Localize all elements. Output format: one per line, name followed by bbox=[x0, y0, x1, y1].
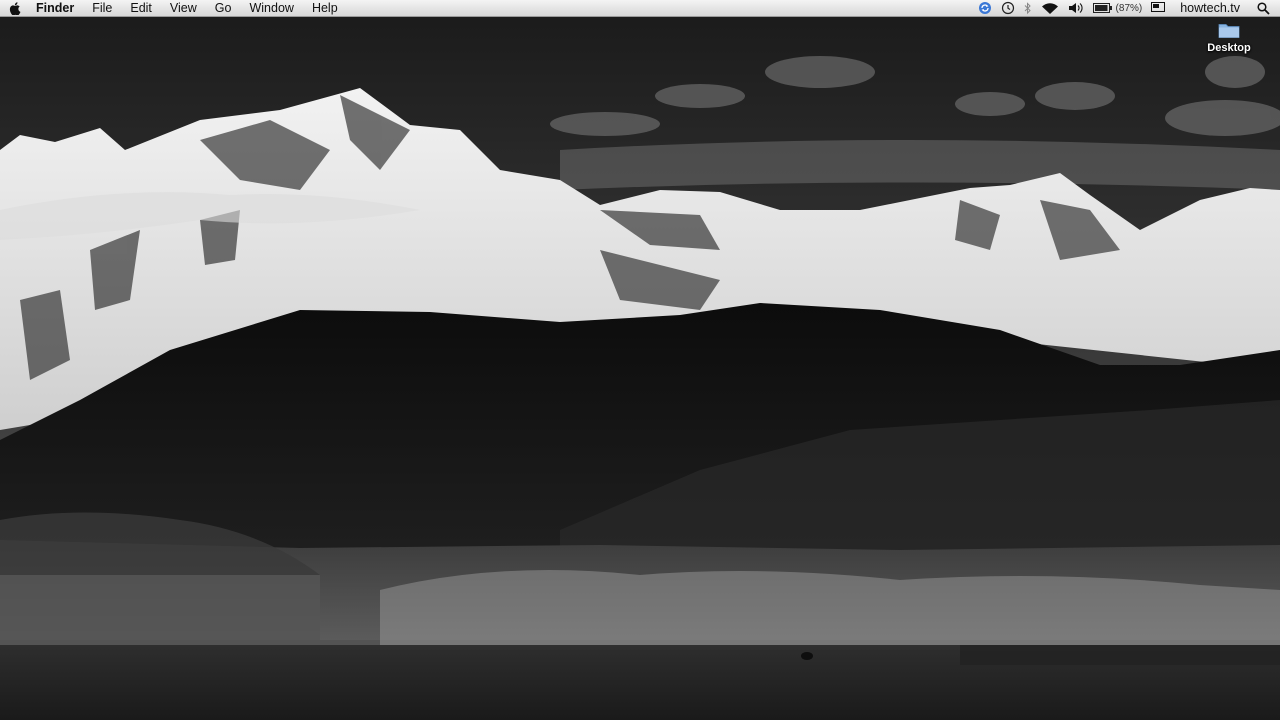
menu-window[interactable]: Window bbox=[240, 0, 302, 17]
apple-menu-icon[interactable] bbox=[0, 0, 30, 16]
user-account-menu[interactable]: howtech.tv bbox=[1180, 1, 1240, 15]
menu-bar: Finder File Edit View Go Window Help (87… bbox=[0, 0, 1280, 17]
menu-file[interactable]: File bbox=[83, 0, 121, 17]
spotlight-icon[interactable] bbox=[1257, 0, 1270, 16]
display-icon[interactable] bbox=[1151, 0, 1166, 16]
battery-icon[interactable]: (87%) bbox=[1092, 0, 1143, 16]
menu-finder[interactable]: Finder bbox=[30, 0, 83, 17]
bluetooth-icon[interactable] bbox=[1024, 0, 1032, 16]
desktop-folder-label: Desktop bbox=[1207, 42, 1251, 54]
desktop-wallpaper bbox=[0, 0, 1280, 720]
menu-go[interactable]: Go bbox=[206, 0, 241, 17]
menu-edit[interactable]: Edit bbox=[121, 0, 161, 17]
wifi-icon[interactable] bbox=[1041, 0, 1059, 16]
volume-icon[interactable] bbox=[1068, 0, 1084, 16]
battery-percent: (87%) bbox=[1115, 2, 1143, 14]
menu-view[interactable]: View bbox=[161, 0, 206, 17]
time-machine-icon[interactable] bbox=[1001, 0, 1015, 16]
menu-help[interactable]: Help bbox=[303, 0, 347, 17]
desktop-folder[interactable]: Desktop bbox=[1200, 22, 1258, 54]
sync-icon[interactable] bbox=[978, 0, 992, 16]
folder-icon bbox=[1218, 24, 1240, 38]
